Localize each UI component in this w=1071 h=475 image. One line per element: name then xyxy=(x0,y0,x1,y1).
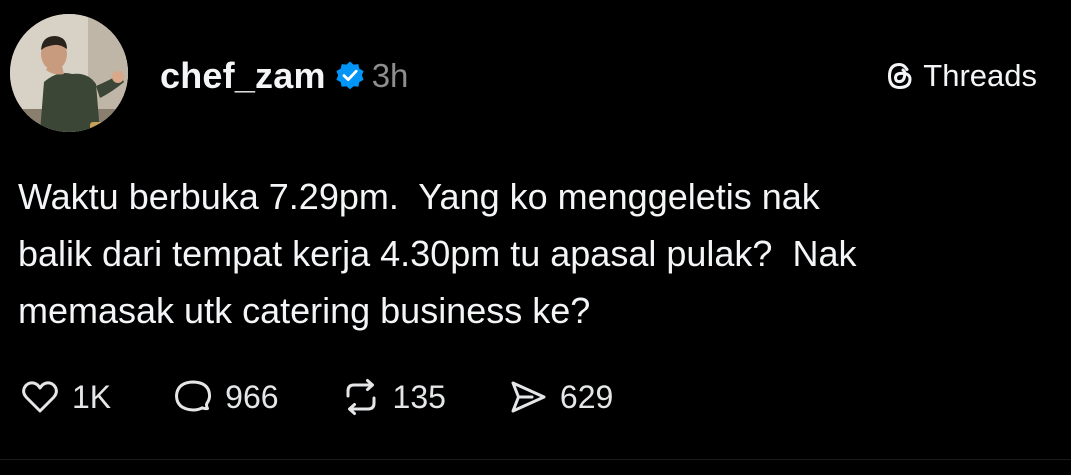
post-text-line: balik dari tempat kerja 4.30pm tu apasal… xyxy=(18,233,857,274)
post-header: chef_zam 3h xyxy=(160,52,408,100)
post-text: Waktu berbuka 7.29pm. Yang ko menggeleti… xyxy=(18,168,1058,339)
comment-icon xyxy=(175,380,212,412)
share-button[interactable]: 629 xyxy=(506,375,613,419)
share-count: 629 xyxy=(559,378,614,415)
post-text-line: memasak utk catering business ke? xyxy=(18,290,591,331)
post-timestamp: 3h xyxy=(371,57,409,94)
repost-button[interactable]: 135 xyxy=(339,375,446,419)
verified-badge-icon xyxy=(334,60,366,92)
heart-icon xyxy=(22,381,58,413)
post-actions: 1K 966 135 629 xyxy=(18,372,673,422)
avatar[interactable] xyxy=(10,14,128,132)
reply-button[interactable]: 966 xyxy=(171,375,279,419)
threads-logo-icon xyxy=(888,63,912,89)
reply-count: 966 xyxy=(225,378,279,415)
post-text-line: Waktu berbuka 7.29pm. Yang ko menggeleti… xyxy=(18,176,820,217)
repost-count: 135 xyxy=(392,378,446,415)
username[interactable]: chef_zam xyxy=(160,55,326,97)
avatar-photo xyxy=(10,14,128,132)
like-button[interactable]: 1K xyxy=(18,375,111,419)
divider xyxy=(0,459,1071,460)
repost-icon xyxy=(346,379,376,415)
send-icon xyxy=(511,381,546,413)
threads-post: chef_zam 3h Threads Waktu berbuka 7.29pm… xyxy=(0,0,1071,475)
threads-brand: Threads xyxy=(883,56,1037,96)
threads-brand-label: Threads xyxy=(923,58,1037,93)
like-count: 1K xyxy=(72,378,112,415)
